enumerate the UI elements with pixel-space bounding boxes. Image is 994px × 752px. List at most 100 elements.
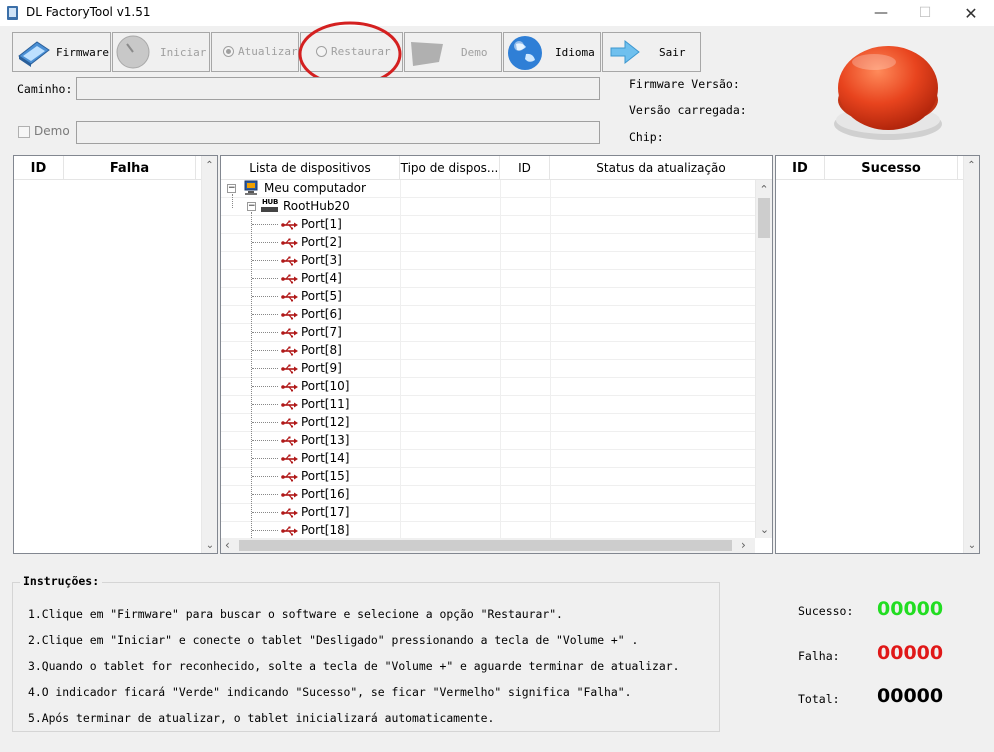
tree-row-port[interactable]: Port[7] [221, 324, 755, 342]
demo-checkbox[interactable] [18, 126, 30, 138]
usb-icon [281, 238, 298, 248]
port-label: Port[4] [301, 271, 342, 285]
instructions-title: Instruções: [20, 574, 103, 588]
port-label: Port[8] [301, 343, 342, 357]
tree-connector [252, 404, 278, 405]
hub-icon-bar [261, 207, 278, 212]
demo-button[interactable]: Demo [404, 32, 502, 72]
success-list[interactable]: ID Sucesso ⌃ ⌄ [775, 155, 980, 554]
tree-row-port[interactable]: Port[3] [221, 252, 755, 270]
fail-scrollbar[interactable]: ⌃ ⌄ [201, 156, 217, 553]
fail-falha-header[interactable]: Falha [64, 156, 196, 180]
tree-row-port[interactable]: Port[13] [221, 432, 755, 450]
tree-row-port[interactable]: Port[2] [221, 234, 755, 252]
tree-row-port[interactable]: Port[18] [221, 522, 755, 538]
tree-row-port[interactable]: Port[5] [221, 288, 755, 306]
scroll-down-icon[interactable]: ⌄ [202, 540, 218, 551]
tree-row-port[interactable]: Port[6] [221, 306, 755, 324]
scroll-up-icon[interactable]: ⌃ [756, 183, 772, 196]
device-vscroll[interactable]: ⌃ ⌄ [755, 180, 772, 538]
computer-icon [244, 180, 258, 195]
tree-connector [252, 368, 278, 369]
tree-row-port[interactable]: Port[14] [221, 450, 755, 468]
tree-row-root[interactable]: − Meu computador [221, 180, 755, 198]
success-id-header[interactable]: ID [776, 156, 825, 180]
tree-connector [252, 224, 278, 225]
sair-button[interactable]: Sair [602, 32, 701, 72]
atualizar-radio [223, 46, 234, 57]
collapse-icon[interactable]: − [247, 202, 256, 211]
hscroll-thumb[interactable] [239, 540, 732, 551]
tree-row-port[interactable]: Port[17] [221, 504, 755, 522]
firmware-button[interactable]: Firmware [12, 32, 111, 72]
scroll-right-icon[interactable]: › [741, 538, 746, 552]
fail-list[interactable]: ID Falha ⌃ ⌄ [13, 155, 218, 554]
tree-row-port[interactable]: Port[10] [221, 378, 755, 396]
device-list[interactable]: Lista de dispositivos Tipo de dispos... … [220, 155, 773, 554]
tree-row-port[interactable]: Port[11] [221, 396, 755, 414]
tree-row-port[interactable]: Port[9] [221, 360, 755, 378]
tree-connector [252, 242, 278, 243]
iniciar-button[interactable]: Iniciar [112, 32, 210, 72]
tree-row-hub[interactable]: − HUB RootHub20 [221, 198, 755, 216]
usb-icon [281, 256, 298, 266]
port-label: Port[10] [301, 379, 350, 393]
instructions-box [12, 582, 720, 732]
demo-field[interactable] [76, 121, 600, 144]
port-label: Port[17] [301, 505, 350, 519]
maximize-button[interactable]: ☐ [902, 0, 948, 26]
caminho-field[interactable] [76, 77, 600, 100]
tree-connector [252, 476, 278, 477]
usb-icon [281, 346, 298, 356]
total-stat-value: 00000 [877, 685, 944, 707]
clock-icon [116, 35, 150, 69]
demo-icon [411, 42, 443, 66]
tree-connector [252, 386, 278, 387]
scroll-up-icon[interactable]: ⌃ [964, 160, 979, 171]
demo-label: Demo [461, 46, 488, 59]
port-label: Port[1] [301, 217, 342, 231]
device-list-header: Lista de dispositivos Tipo de dispos... … [221, 156, 772, 180]
scroll-down-icon[interactable]: ⌄ [756, 523, 772, 536]
col-device-list[interactable]: Lista de dispositivos [221, 156, 400, 180]
tree-connector [252, 422, 278, 423]
usb-icon [281, 382, 298, 392]
total-stat-label: Total: [798, 692, 840, 706]
tree-row-port[interactable]: Port[4] [221, 270, 755, 288]
port-label: Port[15] [301, 469, 350, 483]
port-label: Port[7] [301, 325, 342, 339]
tree-row-port[interactable]: Port[8] [221, 342, 755, 360]
minimize-button[interactable]: — [858, 0, 904, 26]
usb-icon [281, 472, 298, 482]
device-hscroll[interactable]: ‹ › [221, 538, 755, 553]
tree-row-port[interactable]: Port[12] [221, 414, 755, 432]
col-update-status[interactable]: Status da atualização [550, 156, 772, 180]
tree-row-port[interactable]: Port[1] [221, 216, 755, 234]
close-button[interactable]: ✕ [948, 0, 994, 26]
port-label: Port[6] [301, 307, 342, 321]
col-id[interactable]: ID [500, 156, 550, 180]
instruction-line-3: 3.Quando o tablet for reconhecido, solte… [28, 659, 680, 673]
tree-connector [252, 314, 278, 315]
tree-row-port[interactable]: Port[16] [221, 486, 755, 504]
success-sucesso-header[interactable]: Sucesso [825, 156, 958, 180]
scroll-thumb[interactable] [758, 198, 770, 238]
success-scrollbar[interactable]: ⌃ ⌄ [963, 156, 979, 553]
scroll-left-icon[interactable]: ‹ [225, 538, 230, 552]
chip-label: Chip: [629, 130, 664, 144]
col-device-type[interactable]: Tipo de dispos... [400, 156, 500, 180]
fail-id-header[interactable]: ID [14, 156, 64, 180]
scroll-down-icon[interactable]: ⌄ [964, 540, 980, 551]
usb-icon [281, 508, 298, 518]
usb-icon [281, 418, 298, 428]
port-label: Port[11] [301, 397, 350, 411]
tree-row-port[interactable]: Port[15] [221, 468, 755, 486]
tree-connector [252, 512, 278, 513]
instruction-line-2: 2.Clique em "Iniciar" e conecte o tablet… [28, 633, 639, 647]
device-tree: − Meu computador − HUB RootHub20 Port[1]… [221, 180, 755, 538]
collapse-icon[interactable]: − [227, 184, 236, 193]
demo-checkbox-label: Demo [34, 124, 70, 138]
atualizar-option[interactable]: Atualizar [211, 32, 299, 72]
idioma-button[interactable]: Idioma [503, 32, 601, 72]
scroll-up-icon[interactable]: ⌃ [202, 160, 217, 171]
